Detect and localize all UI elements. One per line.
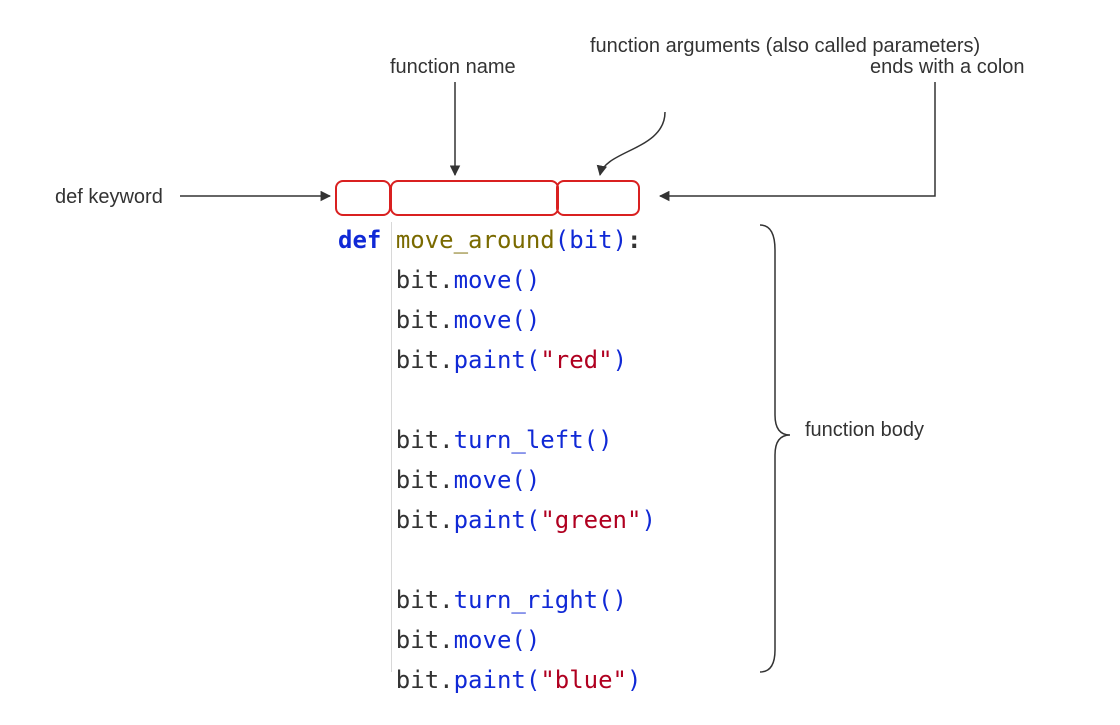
token-close-paren: ) — [613, 226, 627, 254]
token-method: move — [454, 466, 512, 494]
token-colon: : — [627, 226, 641, 254]
token-string: "green" — [540, 506, 641, 534]
code-block: def move_around(bit): bit.move() bit.mov… — [338, 180, 656, 700]
token-def: def — [338, 226, 381, 254]
arrow-arguments — [600, 112, 665, 175]
token-method: turn_right — [454, 586, 599, 614]
token-obj: bit — [396, 306, 439, 334]
brace-function-body — [760, 225, 790, 672]
token-method: turn_left — [454, 426, 584, 454]
token-obj: bit — [396, 666, 439, 694]
token-obj: bit — [396, 586, 439, 614]
diagram-stage: def keyword function name function argum… — [0, 0, 1120, 725]
label-colon: ends with a colon — [870, 55, 1025, 80]
token-obj: bit — [396, 506, 439, 534]
token-open-paren: ( — [555, 226, 569, 254]
token-method: move — [454, 266, 512, 294]
label-function-name: function name — [390, 55, 516, 80]
token-method: paint — [454, 506, 526, 534]
token-method: paint — [454, 346, 526, 374]
token-string: "blue" — [540, 666, 627, 694]
token-param: bit — [569, 226, 612, 254]
token-obj: bit — [396, 346, 439, 374]
label-def-keyword: def keyword — [55, 185, 163, 210]
arrow-colon — [660, 82, 935, 196]
token-method: move — [454, 626, 512, 654]
token-obj: bit — [396, 626, 439, 654]
token-method: paint — [454, 666, 526, 694]
token-function-name: move_around — [396, 226, 555, 254]
token-obj: bit — [396, 266, 439, 294]
token-obj: bit — [396, 426, 439, 454]
token-string: "red" — [540, 346, 612, 374]
token-obj: bit — [396, 466, 439, 494]
token-method: move — [454, 306, 512, 334]
label-function-body: function body — [805, 418, 924, 443]
